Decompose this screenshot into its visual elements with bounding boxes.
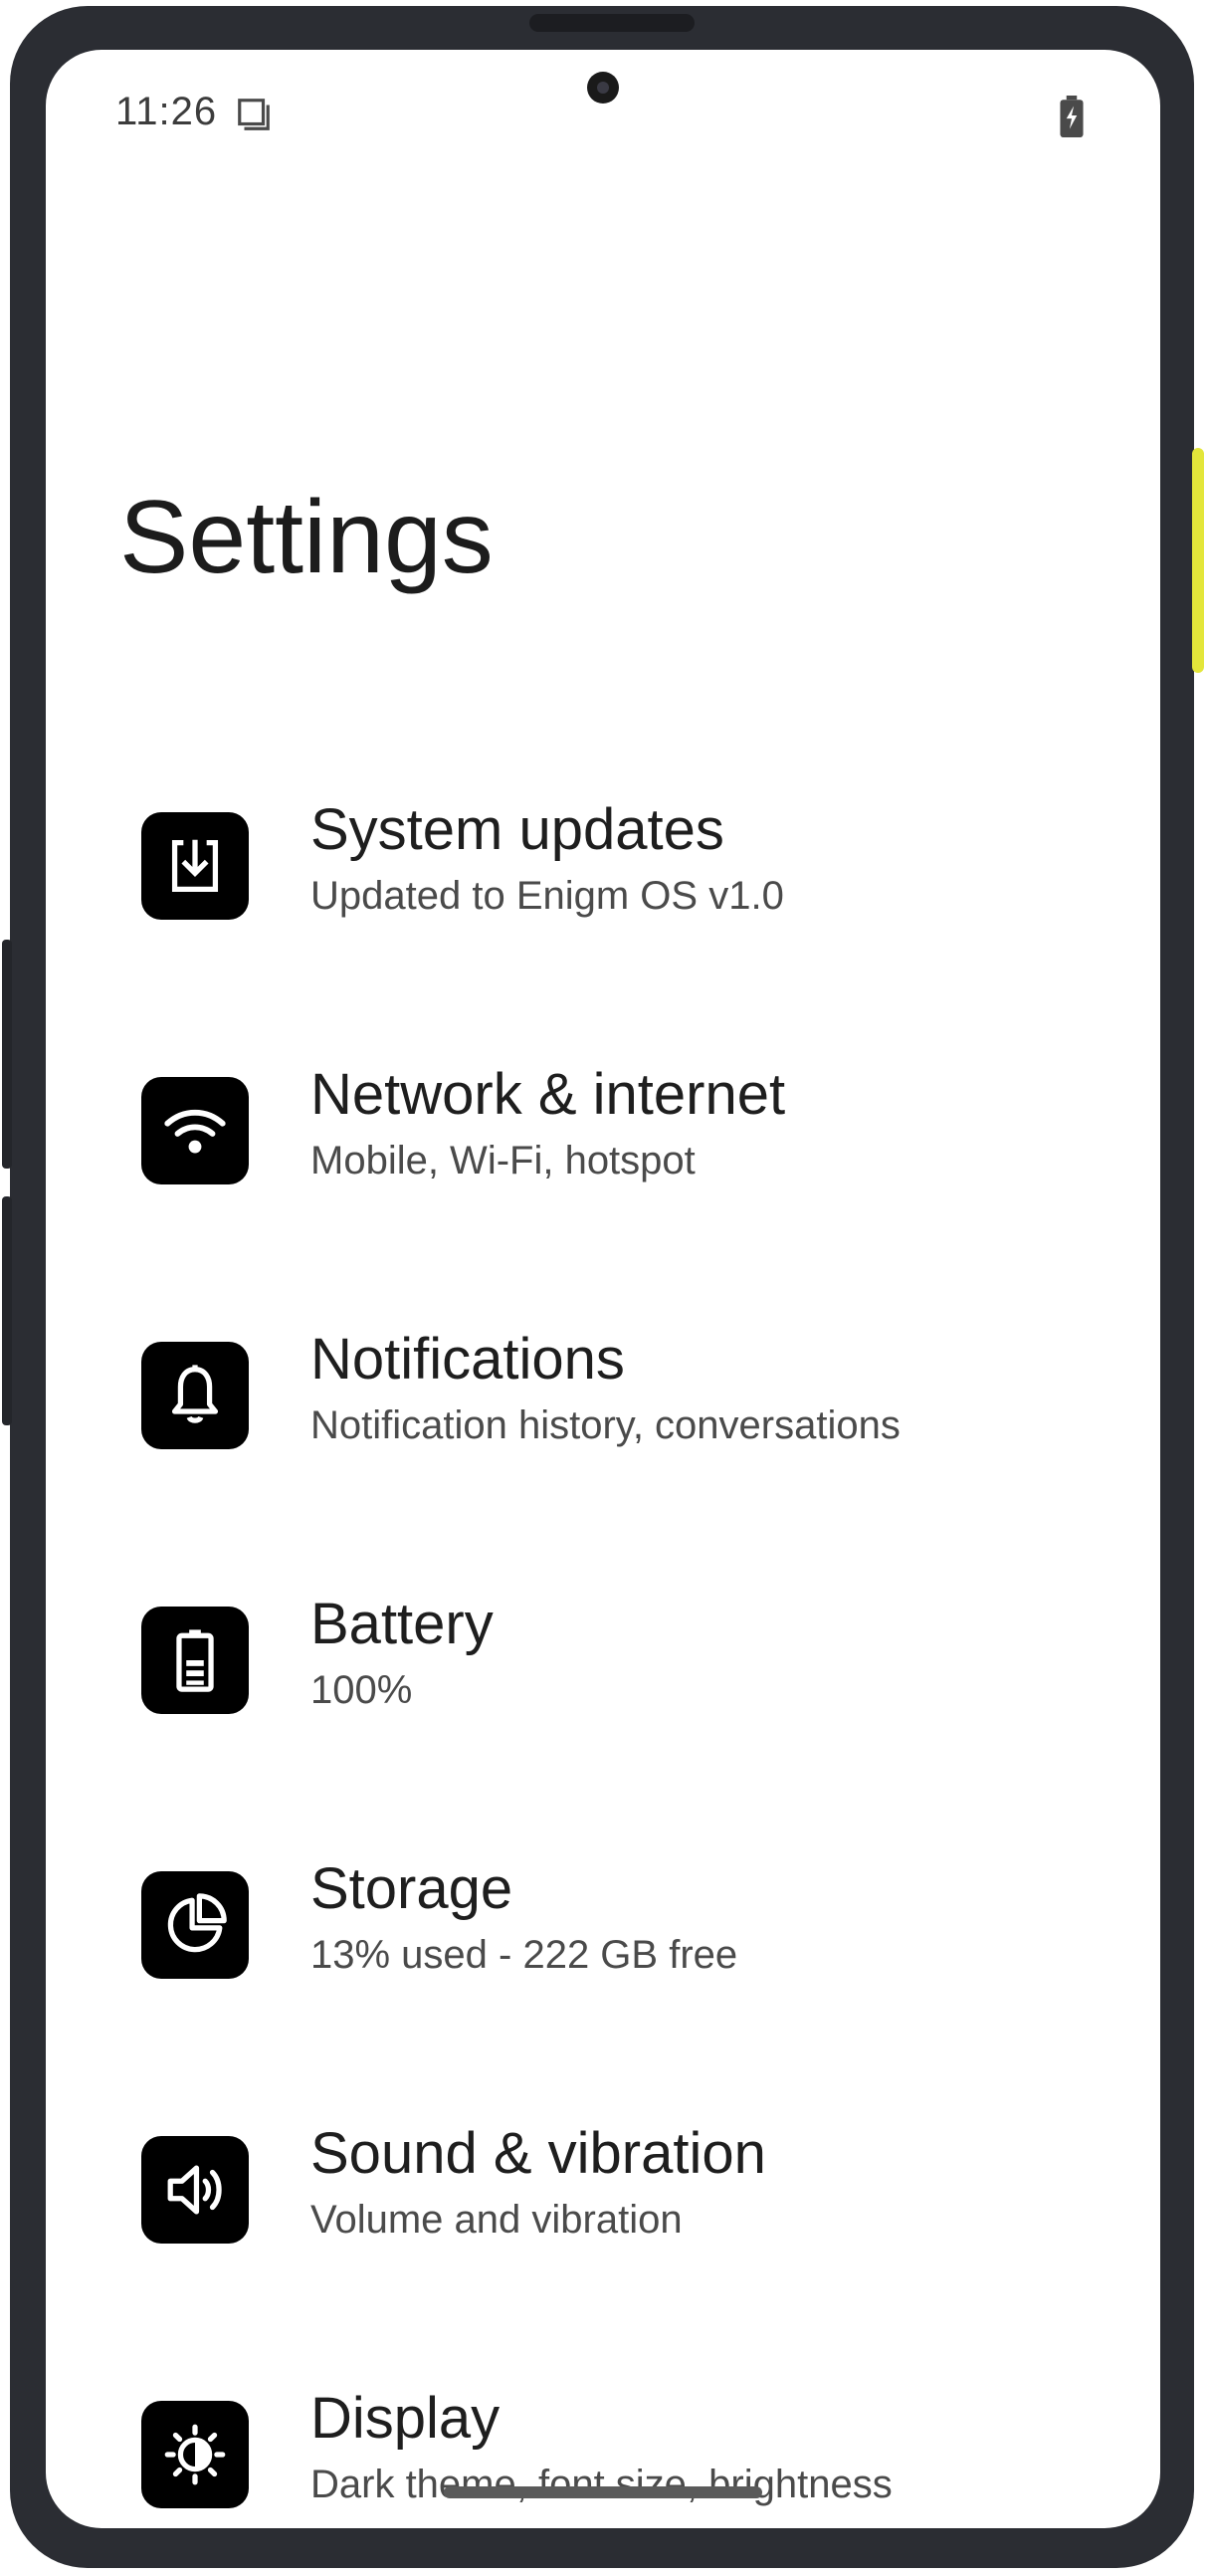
page-title: Settings (119, 480, 494, 595)
speaker-icon (167, 2165, 222, 2215)
battery-icon (176, 1629, 214, 1692)
gesture-navigation-bar[interactable] (444, 2486, 762, 2498)
brightness-icon (164, 2424, 226, 2485)
settings-item-summary: Volume and vibration (310, 2198, 683, 2242)
screen: 11:26 Settings System updates Updated to… (46, 50, 1160, 2528)
settings-item-summary: 100% (310, 1668, 413, 1712)
settings-item-title: Display (310, 2386, 501, 2451)
settings-item-summary: 13% used - 222 GB free (310, 1933, 738, 1977)
settings-item-title: Storage (310, 1856, 513, 1921)
settings-item-summary: Updated to Enigm OS v1.0 (310, 874, 784, 918)
settings-item-notifications[interactable]: Notifications Notification history, conv… (46, 1326, 1160, 1525)
storage-pie-icon (167, 1893, 227, 1953)
bell-icon (171, 1365, 219, 1423)
note-icon (238, 99, 270, 130)
settings-item-sound[interactable]: Sound & vibration Volume and vibration (46, 2120, 1160, 2319)
settings-item-battery[interactable]: Battery 100% (46, 1591, 1160, 1790)
power-button[interactable] (1192, 448, 1204, 673)
settings-item-title: Network & internet (310, 1062, 786, 1127)
settings-item-summary: Notification history, conversations (310, 1403, 901, 1447)
wifi-icon (164, 1109, 226, 1154)
settings-item-title: System updates (310, 797, 724, 862)
front-camera (587, 72, 619, 104)
battery-charging-icon (1060, 96, 1084, 137)
volume-up-button[interactable] (2, 940, 12, 1169)
settings-item-network[interactable]: Network & internet Mobile, Wi-Fi, hotspo… (46, 1061, 1160, 1260)
settings-item-storage[interactable]: Storage 13% used - 222 GB free (46, 1855, 1160, 2054)
status-time: 11:26 (115, 90, 218, 133)
settings-item-summary: Dark theme, font size, brightness (310, 2463, 893, 2506)
settings-item-summary: Mobile, Wi-Fi, hotspot (310, 1139, 696, 1182)
volume-down-button[interactable] (2, 1196, 12, 1425)
settings-item-display[interactable]: Display Dark theme, font size, brightnes… (46, 2385, 1160, 2528)
system-update-icon (171, 839, 219, 892)
settings-item-system-updates[interactable]: System updates Updated to Enigm OS v1.0 (46, 796, 1160, 995)
speaker-grille (529, 14, 695, 32)
settings-item-title: Sound & vibration (310, 2121, 766, 2186)
settings-item-title: Notifications (310, 1327, 625, 1392)
settings-item-title: Battery (310, 1592, 494, 1656)
